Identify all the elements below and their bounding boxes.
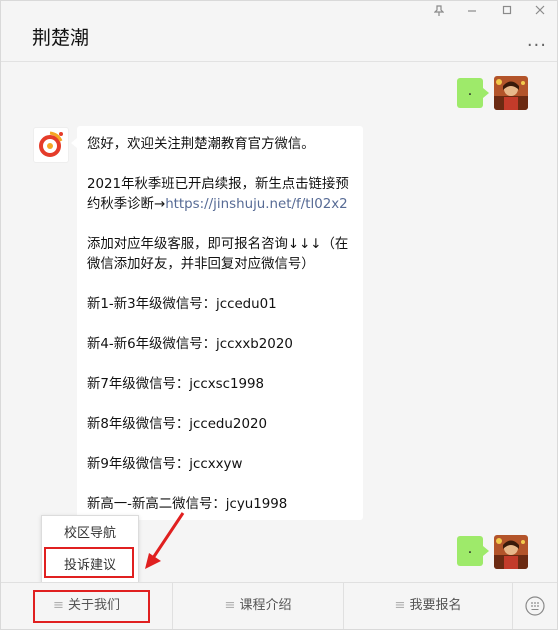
hamburger-icon: ≡ [224,598,236,613]
menu-sign-up[interactable]: ≡ 我要报名 [344,583,513,629]
message-paragraph: 添加对应年级客服，即可报名咨询↓↓↓（在微信添加好友，并非回复对应微信号） [87,237,349,272]
message-paragraph: 新4-新6年级微信号：jccxxb2020 [87,337,293,352]
message-paragraph: 新8年级微信号：jccedu2020 [87,417,268,432]
my-message-bubble[interactable]: . [457,78,489,108]
message-paragraph: 您好，欢迎关注荆楚潮教育官方微信。 [87,137,315,152]
message-paragraph: 2021年秋季班已开启续报，新生点击链接预约秋季诊断→https://jinsh… [87,175,353,215]
message-paragraph: 新9年级微信号：jccxxyw [87,457,243,472]
account-logo-avatar[interactable] [33,127,69,163]
my-avatar[interactable] [494,535,528,569]
menu-course-intro[interactable]: ≡ 课程介绍 [173,583,344,629]
highlight-box [33,590,150,623]
red-arrow-annotation [145,512,185,569]
message-paragraph: 新1-新3年级微信号：jccedu01 [87,297,277,312]
pin-icon[interactable] [430,5,448,20]
menu-item-campus-navigation[interactable]: 校区导航 [42,519,138,549]
close-icon[interactable] [531,5,549,18]
menu-label: 课程介绍 [239,598,292,613]
hamburger-icon: ≡ [394,598,406,613]
message-paragraph: 新高一-新高二微信号：jcyu1998 [87,497,288,512]
more-dots-icon[interactable]: ··· [527,35,547,56]
highlight-box [44,547,134,578]
minimize-icon[interactable] [463,5,481,18]
my-avatar[interactable] [494,76,528,110]
menu-label: 我要报名 [409,598,462,613]
chat-window: 荆楚潮 ··· . 您好，欢迎关注荆楚潮教育官方微信。 2021年秋季班已开启续… [0,0,558,630]
maximize-icon[interactable] [498,5,516,18]
message-paragraph: 新7年级微信号：jccxsc1998 [87,377,265,392]
keyboard-icon[interactable] [513,583,557,629]
my-message-bubble[interactable]: . [457,536,489,566]
signup-link[interactable]: https://jinshuju.net/f/tl02x2 [165,197,348,212]
incoming-message-bubble[interactable]: 您好，欢迎关注荆楚潮教育官方微信。 2021年秋季班已开启续报，新生点击链接预约… [71,126,363,520]
message-list: . 您好，欢迎关注荆楚潮教育官方微信。 2021年秋季班已开启续报，新生点击链接… [1,62,557,582]
title-bar: 荆楚潮 ··· [1,1,557,62]
chat-title: 荆楚潮 [32,27,90,49]
